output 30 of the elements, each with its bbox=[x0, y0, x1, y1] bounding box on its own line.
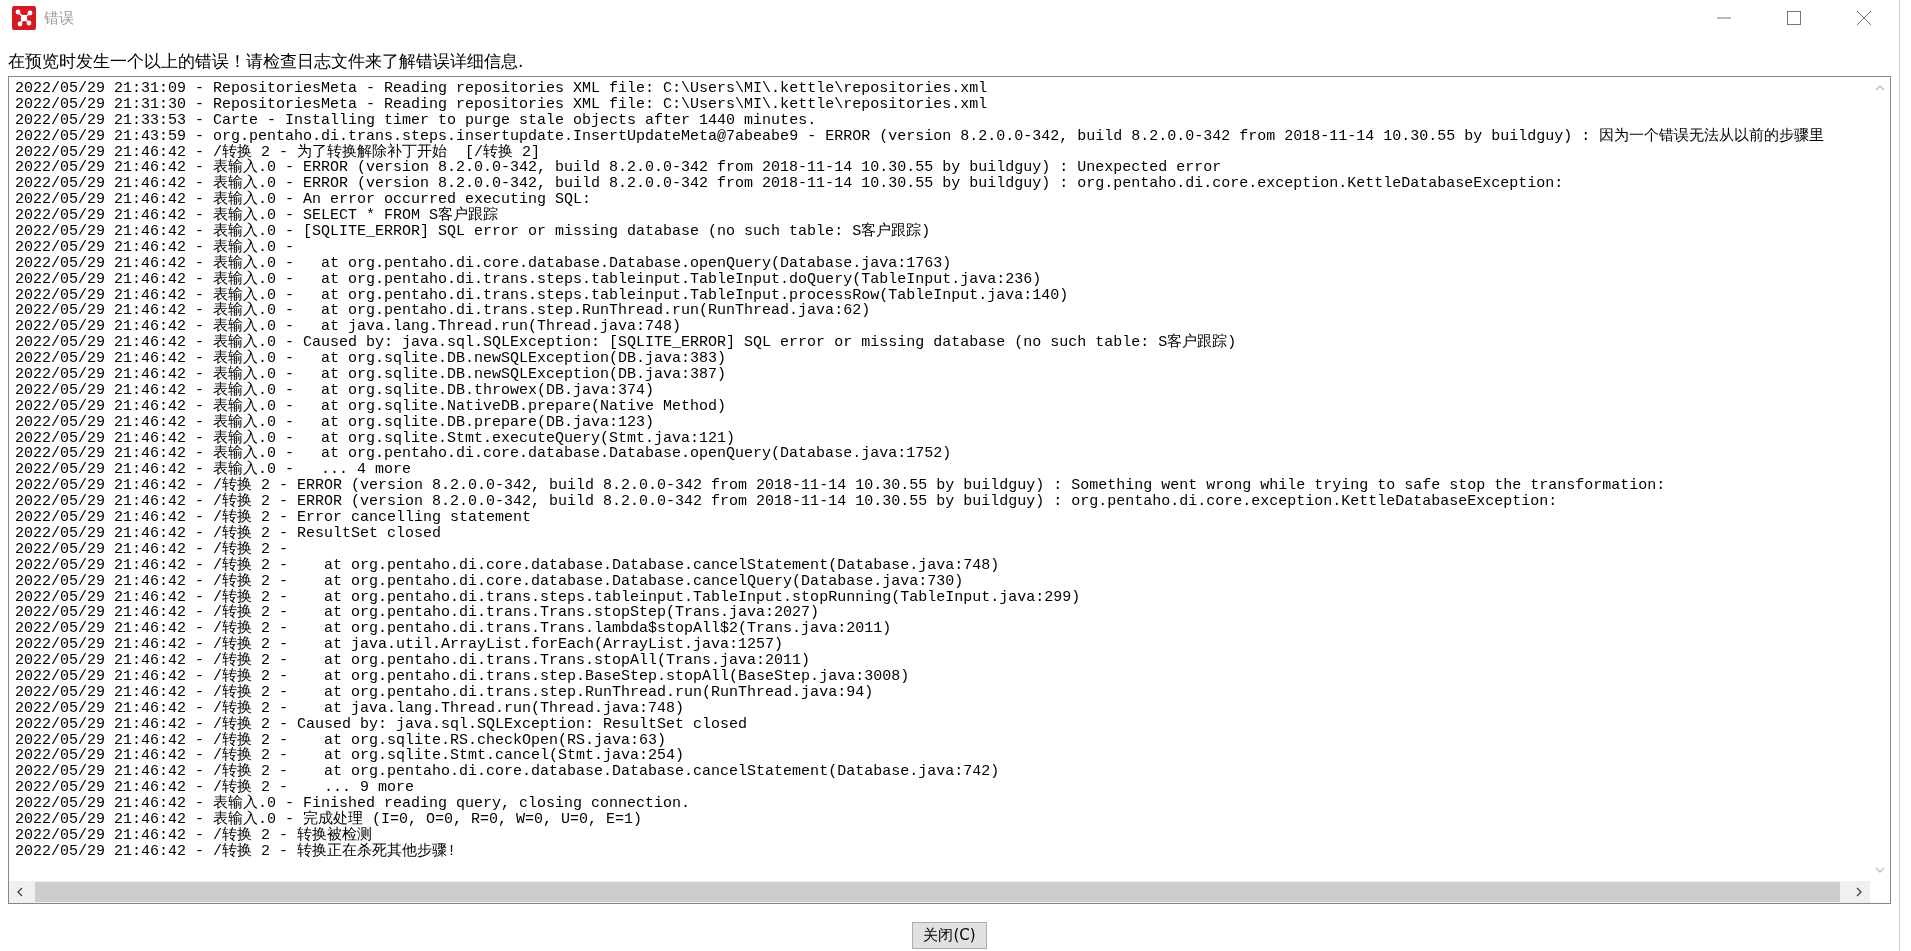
scroll-right-icon[interactable] bbox=[1854, 887, 1864, 897]
log-line: 2022/05/29 21:31:30 - RepositoriesMeta - Reading repositories XML file: C:\Users\MI\.kettle\repositories.xml bbox=[15, 96, 989, 113]
log-line: 2022/05/29 21:46:42 - 表输入.0 - bbox=[15, 239, 296, 256]
log-line: 2022/05/29 21:46:42 - 表输入.0 - at org.sqlite.NativeDB.prepare(Native Method) bbox=[15, 398, 728, 415]
scrollbar-thumb[interactable] bbox=[35, 882, 1840, 902]
log-line: 2022/05/29 21:46:42 - 表输入.0 - at org.sqlite.DB.newSQLException(DB.java:387) bbox=[15, 367, 728, 383]
window-title: 错误 bbox=[44, 8, 75, 28]
log-line: 2022/05/29 21:46:42 - /转换 2 - Caused by: java.sql.SQLException: ResultSet closed bbox=[15, 716, 749, 733]
maximize-icon[interactable] bbox=[1787, 11, 1801, 25]
log-line: 2022/05/29 21:31:09 - RepositoriesMeta - Reading repositories XML file: C:\Users\MI\.kettle\repositories.xml bbox=[15, 81, 989, 97]
log-line: 2022/05/29 21:46:42 - 表输入.0 - at org.pentaho.di.core.database.Database.openQuery(Database.java:1763) bbox=[15, 255, 953, 272]
log-line: 2022/05/29 21:46:42 - 表输入.0 - at org.sqlite.DB.throwex(DB.java:374) bbox=[15, 382, 656, 399]
close-button[interactable]: 关闭(C) bbox=[912, 922, 987, 949]
log-line: 2022/05/29 21:46:42 - /转换 2 - 转换被检测 bbox=[15, 827, 373, 844]
log-line: 2022/05/29 21:46:42 - /转换 2 - at org.pentaho.di.core.database.Database.cancelQuery(Database.java:730) bbox=[15, 573, 965, 590]
error-message: 在预览时发生一个以上的错误！请检查日志文件来了解错误详细信息. bbox=[7, 50, 525, 73]
log-line: 2022/05/29 21:46:42 - /转换 2 - 转换正在杀死其他步骤! bbox=[15, 843, 458, 860]
log-line: 2022/05/29 21:46:42 - /转换 2 - at java.lang.Thread.run(Thread.java:748) bbox=[15, 700, 686, 717]
app-logo-icon bbox=[12, 6, 36, 30]
close-icon[interactable] bbox=[1857, 11, 1871, 25]
log-line: 2022/05/29 21:46:42 - /转换 2 - bbox=[15, 541, 290, 558]
log-line: 2022/05/29 21:46:42 - /转换 2 - ResultSet closed bbox=[15, 525, 443, 542]
log-line: 2022/05/29 21:46:42 - /转换 2 - Error cancelling statement bbox=[15, 510, 533, 526]
log-line: 2022/05/29 21:46:42 - /转换 2 - at org.pentaho.di.core.database.Database.cancelStatement(Database.java:748) bbox=[15, 557, 1001, 574]
log-line: 2022/05/29 21:46:42 - /转换 2 - at org.pentaho.di.trans.step.RunThread.run(RunThread.java:94) bbox=[15, 684, 875, 701]
log-line: 2022/05/29 21:33:53 - Carte - Installing timer to purge stale objects after 1440 minutes. bbox=[15, 112, 818, 129]
log-line: 2022/05/29 21:46:42 - /转换 2 - at org.pentaho.di.trans.Trans.stopAll(Trans.java:2011) bbox=[15, 653, 811, 669]
log-line: 2022/05/29 21:46:42 - 表输入.0 - [SQLITE_ERROR] SQL error or missing database (no such table: S客户跟踪) bbox=[15, 224, 932, 240]
scroll-left-icon[interactable] bbox=[15, 887, 25, 897]
log-line: 2022/05/29 21:46:42 - /转换 2 - at org.pentaho.di.trans.step.BaseStep.stopAll(BaseStep.java:3008) bbox=[15, 668, 911, 685]
